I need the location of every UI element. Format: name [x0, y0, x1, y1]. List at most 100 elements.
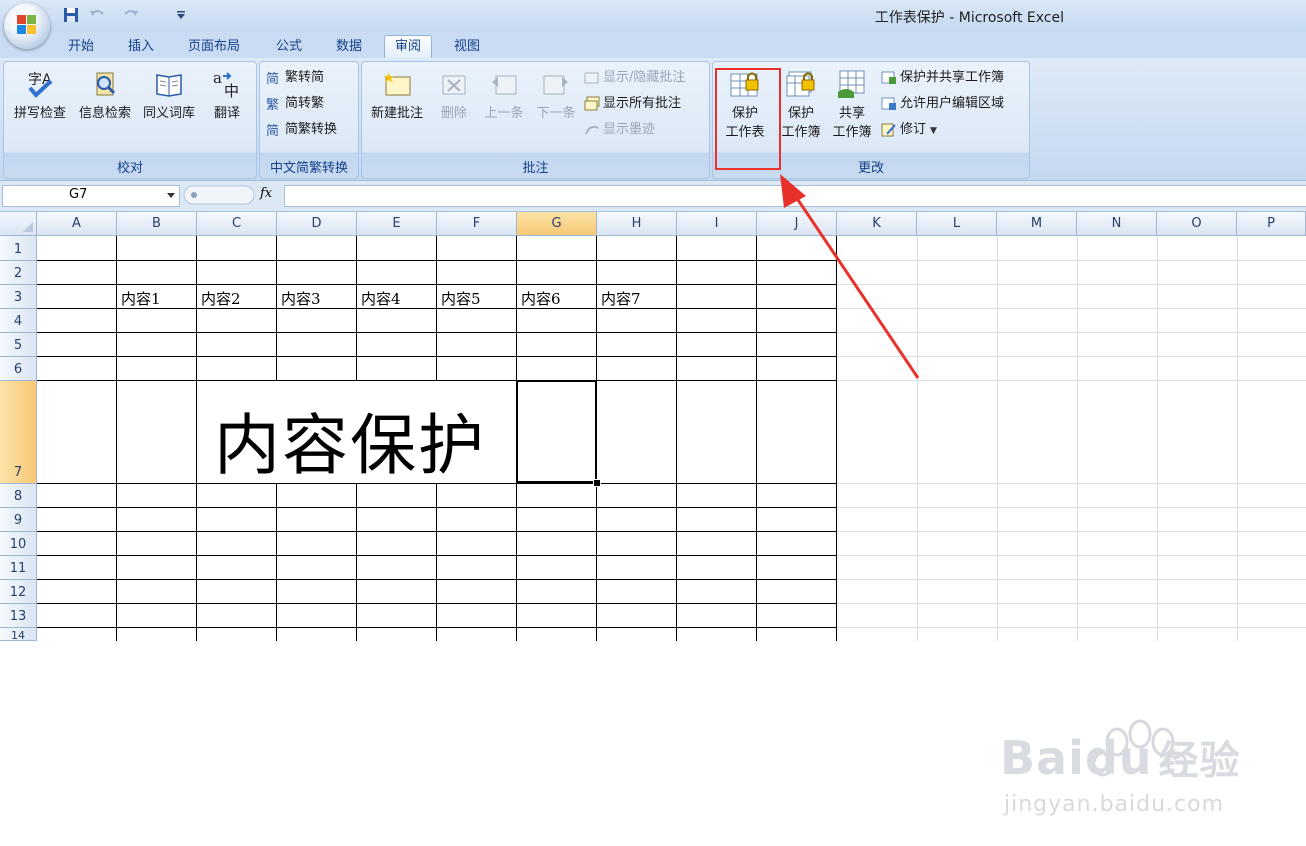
svg-text:繁: 繁 [266, 97, 279, 112]
active-cell-g7[interactable] [516, 380, 597, 483]
row-header-11[interactable]: 11 [0, 556, 37, 580]
previous-comment-button[interactable]: 上一条 [478, 68, 530, 121]
show-all-comments-button[interactable]: 显示所有批注 [584, 93, 681, 115]
group-proofing: 字A 拼写检查 信息检索 同义词库 a 中 翻译 校对 [3, 61, 257, 179]
row-header-13[interactable]: 13 [0, 604, 37, 628]
cell-h3[interactable]: 内容7 [601, 288, 641, 309]
group-label-comments: 批注 [522, 161, 549, 176]
undo-icon[interactable] [88, 6, 106, 24]
row-header-3[interactable]: 3 [0, 285, 37, 309]
thesaurus-button[interactable]: 同义词库 [138, 68, 200, 121]
protect-share-workbook-button[interactable]: 保护并共享工作簿 [881, 67, 1004, 89]
protect-workbook-button[interactable]: 保护 工作簿 [775, 68, 827, 140]
group-label-chinese: 中文简繁转换 [269, 161, 348, 176]
grid-lines [37, 236, 1306, 641]
fill-handle[interactable] [593, 479, 601, 487]
cell-f3[interactable]: 内容5 [441, 288, 481, 309]
big-text-cell[interactable]: 内容保护 [214, 392, 486, 488]
title-bar: 工作表保护 - Microsoft Excel [0, 0, 1306, 49]
row-header-2[interactable]: 2 [0, 261, 37, 285]
row-header-5[interactable]: 5 [0, 333, 37, 357]
row-header-10[interactable]: 10 [0, 532, 37, 556]
row-header-8[interactable]: 8 [0, 484, 37, 508]
customize-toolbar-icon[interactable] [172, 6, 190, 24]
tab-page-layout[interactable]: 页面布局 [178, 36, 250, 58]
allow-edit-ranges-icon [881, 97, 896, 110]
column-header-g[interactable]: G [517, 212, 597, 236]
protect-share-icon [881, 71, 896, 84]
row-header-9[interactable]: 9 [0, 508, 37, 532]
allow-edit-ranges-button[interactable]: 允许用户编辑区域 [881, 93, 1004, 115]
cell-e3[interactable]: 内容4 [361, 288, 401, 309]
cell-c3[interactable]: 内容2 [201, 288, 241, 309]
show-hide-comment-button[interactable]: 显示/隐藏批注 [584, 67, 685, 89]
track-changes-button[interactable]: 修订 ▼ [881, 119, 937, 141]
new-comment-button[interactable]: 新建批注 [364, 68, 430, 121]
spelling-button[interactable]: 字A 拼写检查 [8, 68, 72, 121]
previous-comment-icon [492, 75, 517, 95]
column-header-c[interactable]: C [197, 212, 277, 236]
formula-bar: G7 fx [0, 181, 1306, 212]
chinese-convert-icon: 简 [266, 123, 279, 138]
watermark-url: jingyan.baidu.com [1004, 792, 1225, 817]
row-header-14[interactable]: 14 [0, 628, 37, 642]
svg-text:a: a [213, 69, 222, 87]
office-button[interactable] [4, 3, 50, 49]
arrow-annotation-icon [780, 174, 920, 379]
insert-function-button[interactable]: fx [260, 186, 272, 201]
svg-text:简: 简 [266, 71, 279, 86]
chinese-convert-button[interactable]: 简简繁转换 [266, 119, 337, 141]
column-header-a[interactable]: A [37, 212, 117, 236]
to-traditional-icon: 繁 [266, 97, 279, 112]
row-header-12[interactable]: 12 [0, 580, 37, 604]
row-header-6[interactable]: 6 [0, 357, 37, 381]
row-header-1[interactable]: 1 [0, 236, 37, 261]
column-header-b[interactable]: B [117, 212, 197, 236]
chevron-down-icon[interactable] [167, 193, 175, 198]
to-simplified-button[interactable]: 简繁转简 [266, 67, 324, 89]
office-logo-icon [17, 15, 37, 35]
show-hide-comment-icon [584, 72, 599, 83]
column-header-e[interactable]: E [357, 212, 437, 236]
ribbon-tabs: 开始 插入 页面布局 公式 数据 审阅 视图 [0, 32, 1306, 58]
column-header-d[interactable]: D [277, 212, 357, 236]
row-header-7[interactable]: 7 [0, 381, 37, 484]
next-comment-button[interactable]: 下一条 [530, 68, 582, 121]
row-header-4[interactable]: 4 [0, 309, 37, 333]
tab-insert[interactable]: 插入 [118, 36, 164, 58]
column-header-n[interactable]: N [1077, 212, 1157, 236]
share-workbook-icon [838, 70, 865, 98]
name-box[interactable]: G7 [2, 185, 180, 207]
highlight-box [715, 68, 781, 170]
tab-view[interactable]: 视图 [444, 36, 490, 58]
delete-comment-button[interactable]: 删除 [434, 68, 474, 121]
share-workbook-button[interactable]: 共享 工作簿 [827, 68, 877, 140]
tab-data[interactable]: 数据 [326, 36, 372, 58]
cell-g3[interactable]: 内容6 [521, 288, 561, 309]
cell-b3[interactable]: 内容1 [121, 288, 161, 309]
to-simplified-icon: 简 [266, 71, 279, 86]
tab-home[interactable]: 开始 [58, 36, 104, 58]
protect-workbook-icon [786, 71, 815, 97]
track-changes-icon [881, 123, 896, 136]
column-header-p[interactable]: P [1237, 212, 1306, 236]
tab-review[interactable]: 审阅 [384, 35, 433, 58]
to-traditional-button[interactable]: 繁简转繁 [266, 93, 324, 115]
column-header-m[interactable]: M [997, 212, 1077, 236]
save-icon[interactable] [62, 6, 80, 24]
column-header-o[interactable]: O [1157, 212, 1237, 236]
redo-icon[interactable] [122, 6, 140, 24]
show-ink-button[interactable]: 显示墨迹 [584, 119, 655, 141]
new-comment-icon [383, 73, 411, 96]
tab-formulas[interactable]: 公式 [266, 36, 312, 58]
column-header-h[interactable]: H [597, 212, 677, 236]
translate-icon: a 中 [213, 69, 239, 100]
translate-button[interactable]: a 中 翻译 [204, 68, 250, 121]
column-header-f[interactable]: F [437, 212, 517, 236]
select-all-button[interactable] [0, 212, 37, 236]
research-button[interactable]: 信息检索 [74, 68, 136, 121]
show-all-comments-icon [584, 96, 600, 110]
delete-comment-icon [442, 75, 466, 95]
column-header-i[interactable]: I [677, 212, 757, 236]
cell-d3[interactable]: 内容3 [281, 288, 321, 309]
